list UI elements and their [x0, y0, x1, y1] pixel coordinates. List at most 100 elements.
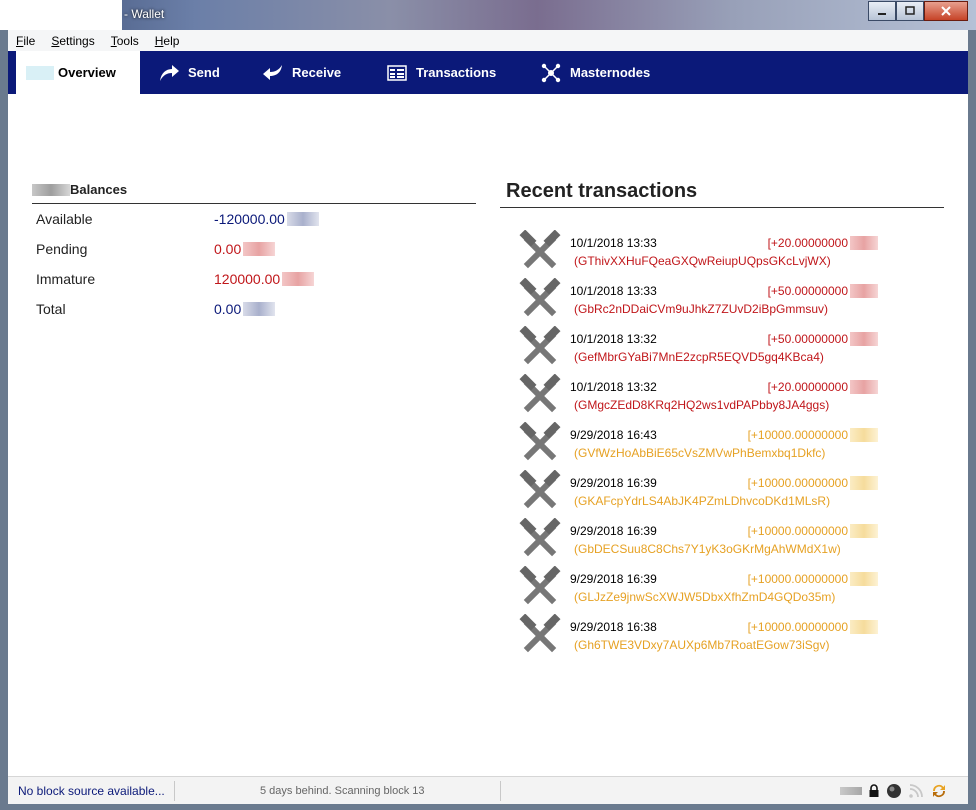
balance-row-pending: Pending 0.00 — [32, 234, 476, 264]
send-arrow-icon — [158, 63, 180, 83]
status-separator — [500, 781, 501, 801]
sync-refresh-icon[interactable] — [930, 782, 948, 800]
transaction-address: (GbRc2nDDaiCVm9uJhkZ7ZUvD2iBpGmmsuv) — [574, 302, 829, 316]
transaction-row[interactable]: 9/29/2018 16:39 [+10000.00000000 (GbDECSuu… — [518, 517, 878, 566]
mining-hammers-icon — [518, 229, 562, 274]
tab-receive[interactable]: Receive — [262, 51, 341, 94]
transactions-list-icon — [386, 63, 408, 83]
minimize-button[interactable] — [868, 1, 896, 21]
mining-hammers-icon — [518, 469, 562, 514]
total-label: Total — [36, 301, 66, 317]
overview-icon — [26, 65, 54, 80]
mining-hammers-icon — [518, 517, 562, 562]
sync-progress-status: 5 days behind. Scanning block 13 — [260, 785, 425, 797]
transaction-amount: [+10000.00000000 — [748, 524, 878, 538]
transaction-row[interactable]: 10/1/2018 13:32 [+50.00000000 (GefMbrGYaBi… — [518, 325, 878, 374]
unit-blurred — [282, 272, 315, 286]
transaction-amount: [+10000.00000000 — [748, 620, 878, 634]
transaction-address: (GKAFcpYdrLS4AbJK4PZmLDhvcoDKd1MLsR) — [574, 494, 831, 508]
transaction-date: 9/29/2018 16:39 — [570, 476, 657, 490]
maximize-button[interactable] — [896, 1, 924, 21]
unit-blurred — [243, 242, 276, 256]
unit-blurred — [850, 572, 878, 586]
immature-label: Immature — [36, 271, 96, 287]
transaction-row[interactable]: 10/1/2018 13:33 [+20.00000000 (GThivXXHuFQ… — [518, 229, 878, 278]
balances-title: Balances — [70, 182, 128, 197]
staking-signal-icon[interactable] — [908, 783, 924, 799]
recent-transactions-panel: Recent transactions 10/1/2018 13:33 [+20.… — [500, 180, 944, 653]
transaction-address: (GVfWzHoAbBiE65cVsZMVwPhBemxbq1Dkfc) — [574, 446, 826, 460]
close-icon — [941, 6, 951, 16]
tab-transactions[interactable]: Transactions — [386, 51, 496, 94]
transaction-amount: [+10000.00000000 — [748, 428, 878, 442]
tab-masternodes[interactable]: Masternodes — [540, 51, 650, 94]
unit-blurred — [850, 380, 878, 394]
wallet-window: File Settings Tools Help Overview Send R… — [8, 30, 968, 804]
unit-blurred — [850, 236, 878, 250]
recent-transactions-title: Recent transactions — [500, 180, 944, 208]
transaction-amount: [+50.00000000 — [768, 332, 878, 346]
available-value: -120000.00 — [214, 211, 319, 227]
transaction-address: (GLJzZe9jnwScXWJW5DbxXfhZmD4GQDo35m) — [574, 590, 836, 604]
unit-blurred — [850, 476, 878, 490]
transaction-date: 9/29/2018 16:43 — [570, 428, 657, 442]
transaction-row[interactable]: 10/1/2018 13:32 [+20.00000000 (GMgcZEdD8KR… — [518, 373, 878, 422]
total-value: 0.00 — [214, 301, 276, 317]
block-source-status: No block source available... — [18, 784, 165, 798]
nav-toolbar: Overview Send Receive Transactions Maste… — [8, 51, 968, 94]
menu-bar: File Settings Tools Help — [8, 30, 968, 51]
balance-row-available: Available -120000.00 — [32, 204, 476, 234]
transaction-amount: [+10000.00000000 — [748, 476, 878, 490]
menu-tools[interactable]: Tools — [111, 34, 139, 48]
close-button[interactable] — [924, 1, 968, 21]
window-controls — [868, 1, 968, 21]
status-blurred — [840, 787, 862, 795]
status-separator — [174, 781, 175, 801]
transaction-date: 9/29/2018 16:38 — [570, 620, 657, 634]
transaction-date: 9/29/2018 16:39 — [570, 524, 657, 538]
transaction-row[interactable]: 9/29/2018 16:39 [+10000.00000000 (GLJzZe9j… — [518, 565, 878, 614]
status-bar: No block source available... 5 days behi… — [8, 776, 968, 804]
mining-hammers-icon — [518, 613, 562, 658]
mining-hammers-icon — [518, 373, 562, 418]
receive-arrow-icon — [262, 63, 284, 83]
transaction-amount: [+20.00000000 — [768, 236, 878, 250]
status-icons — [840, 782, 948, 800]
unit-blurred — [850, 284, 878, 298]
maximize-icon — [905, 6, 915, 15]
balance-row-immature: Immature 120000.00 — [32, 264, 476, 294]
connection-status-icon[interactable] — [886, 783, 902, 799]
unit-blurred — [850, 620, 878, 634]
transaction-amount: [+50.00000000 — [768, 284, 878, 298]
mining-hammers-icon — [518, 421, 562, 466]
tab-send-label: Send — [188, 65, 220, 80]
title-bar: - Wallet — [0, 0, 976, 30]
transaction-row[interactable]: 9/29/2018 16:39 [+10000.00000000 (GKAFcpYd… — [518, 469, 878, 518]
unit-blurred — [850, 332, 878, 346]
unit-blurred — [243, 302, 276, 316]
transaction-row[interactable]: 9/29/2018 16:43 [+10000.00000000 (GVfWzHoA… — [518, 421, 878, 470]
transaction-address: (GbDECSuu8C8Chs7Y1yK3oGKrMgAhWMdX1w) — [574, 542, 841, 556]
mining-hammers-icon — [518, 565, 562, 610]
pending-label: Pending — [36, 241, 88, 257]
minimize-icon — [878, 13, 886, 15]
menu-settings[interactable]: Settings — [51, 34, 94, 48]
balances-panel: Balances Available -120000.00 Pending 0.… — [32, 180, 476, 324]
transaction-address: (GThivXXHuFQeaGXQwReiupUQpsGKcLvjWX) — [574, 254, 831, 268]
tab-send[interactable]: Send — [158, 51, 220, 94]
transaction-date: 10/1/2018 13:33 — [570, 284, 657, 298]
lock-icon[interactable] — [868, 784, 880, 798]
menu-file[interactable]: File — [16, 34, 35, 48]
tab-overview[interactable]: Overview — [16, 51, 140, 94]
window-title: - Wallet — [124, 7, 165, 21]
tab-masternodes-label: Masternodes — [570, 65, 651, 80]
currency-ticker-blurred — [32, 183, 70, 196]
transaction-amount: [+10000.00000000 — [748, 572, 878, 586]
unit-blurred — [850, 428, 878, 442]
transaction-row[interactable]: 9/29/2018 16:38 [+10000.00000000 (Gh6TWE3V… — [518, 613, 878, 662]
transaction-row[interactable]: 10/1/2018 13:33 [+50.00000000 (GbRc2nDDaiC… — [518, 277, 878, 326]
tab-receive-label: Receive — [292, 65, 342, 80]
menu-help[interactable]: Help — [155, 34, 180, 48]
mining-hammers-icon — [518, 277, 562, 322]
transaction-date: 10/1/2018 13:32 — [570, 380, 657, 394]
